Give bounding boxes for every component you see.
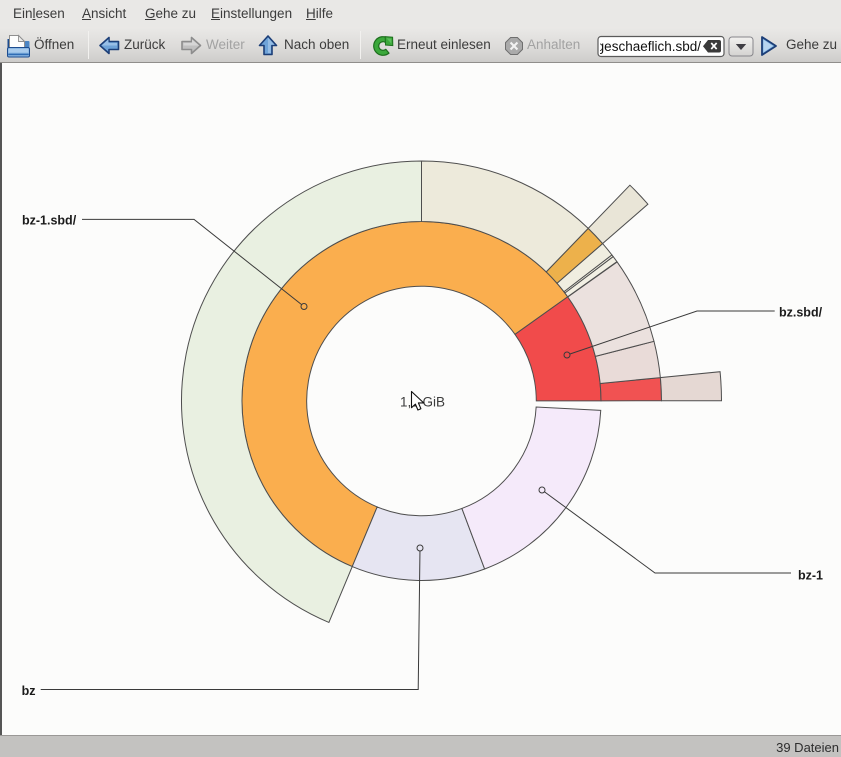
svg-text:bz-1: bz-1 [798,569,823,583]
svg-text:bz-1.sbd/: bz-1.sbd/ [22,214,77,228]
svg-text:bz: bz [22,684,36,698]
svg-text:bz.sbd/: bz.sbd/ [779,306,823,320]
